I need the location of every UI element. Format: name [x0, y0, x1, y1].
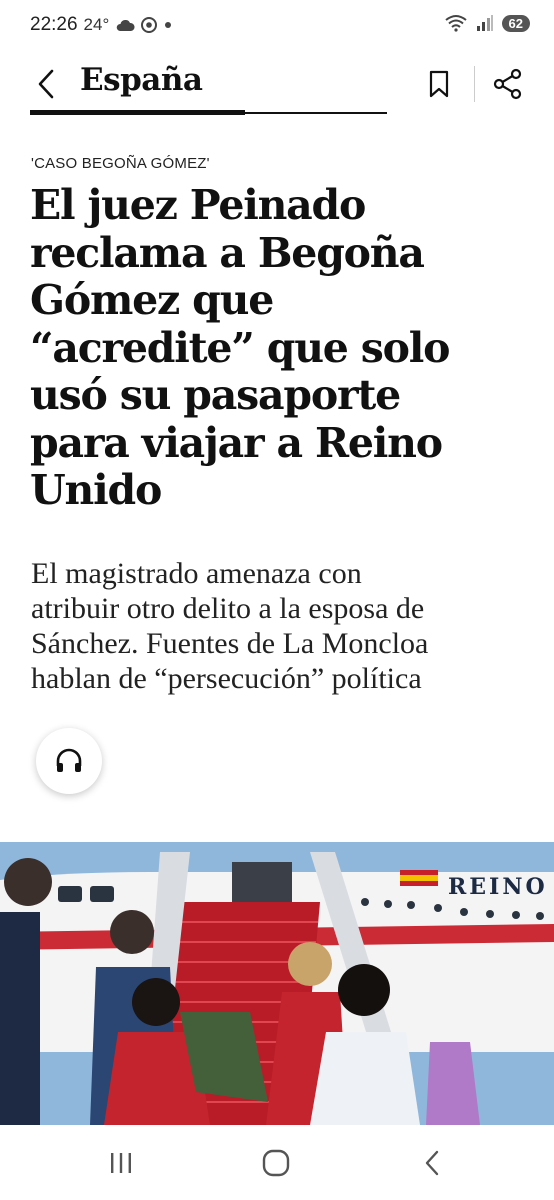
share-button[interactable]	[490, 66, 526, 102]
listen-button[interactable]	[36, 728, 102, 794]
article-subtitle: El magistrado amenaza con atribuir otro …	[31, 556, 531, 696]
notification-dot-icon	[165, 22, 172, 28]
headline-line: Gómez que	[30, 276, 274, 324]
article-headline: El juez Peinado reclama a Begoña Gómez q…	[30, 181, 530, 515]
headline-line: El juez Peinado	[30, 181, 366, 229]
subtitle-line: Sánchez. Fuentes de La Moncloa	[31, 627, 429, 660]
headline-line: para viajar a Reino	[30, 418, 443, 467]
back-button[interactable]	[28, 64, 64, 104]
subtitle-line: atribuir otro delito a la esposa de	[31, 592, 425, 625]
home-icon	[262, 1149, 290, 1177]
headline-line: reclama a Begoña	[30, 228, 425, 277]
recents-button[interactable]	[99, 1143, 143, 1183]
signal-icon	[476, 15, 493, 31]
bookmark-button[interactable]	[424, 66, 454, 102]
recents-icon	[111, 1153, 131, 1173]
header-divider	[474, 66, 475, 102]
home-button[interactable]	[254, 1143, 298, 1183]
system-nav-bar	[0, 1125, 554, 1200]
photo-illustration: REINO	[0, 842, 554, 1125]
status-left: 22:26 24°	[30, 14, 173, 36]
section-title[interactable]: España	[80, 62, 203, 98]
subtitle-line: El magistrado amenaza con	[31, 557, 362, 590]
header-underline-active	[30, 110, 245, 115]
system-back-button[interactable]	[410, 1143, 454, 1183]
chrome-icon	[141, 17, 158, 33]
article-kicker: 'CASO BEGOÑA GÓMEZ'	[31, 155, 210, 172]
back-icon	[425, 1150, 439, 1176]
app-header: España	[0, 52, 554, 122]
cloud-icon	[117, 19, 135, 31]
headline-line: usó su pasaporte	[30, 371, 401, 419]
share-icon	[493, 68, 522, 100]
battery-indicator: 62	[501, 14, 530, 32]
headphones-icon	[56, 748, 82, 772]
headline-line: “acredite” que solo	[30, 323, 451, 372]
wifi-icon	[444, 15, 467, 32]
bookmark-icon	[429, 70, 449, 98]
status-right: 62	[444, 14, 530, 32]
subtitle-line: hablan de “persecución” política	[31, 662, 422, 695]
headline-line: Unido	[30, 466, 162, 514]
chevron-left-icon	[38, 69, 54, 99]
plane-text: REINO	[448, 874, 548, 900]
article-photo[interactable]: REINO	[0, 842, 554, 1125]
status-bar: 22:26 24° 62	[0, 0, 554, 52]
status-time: 22:26	[30, 14, 78, 35]
status-temperature: 24°	[83, 15, 110, 34]
